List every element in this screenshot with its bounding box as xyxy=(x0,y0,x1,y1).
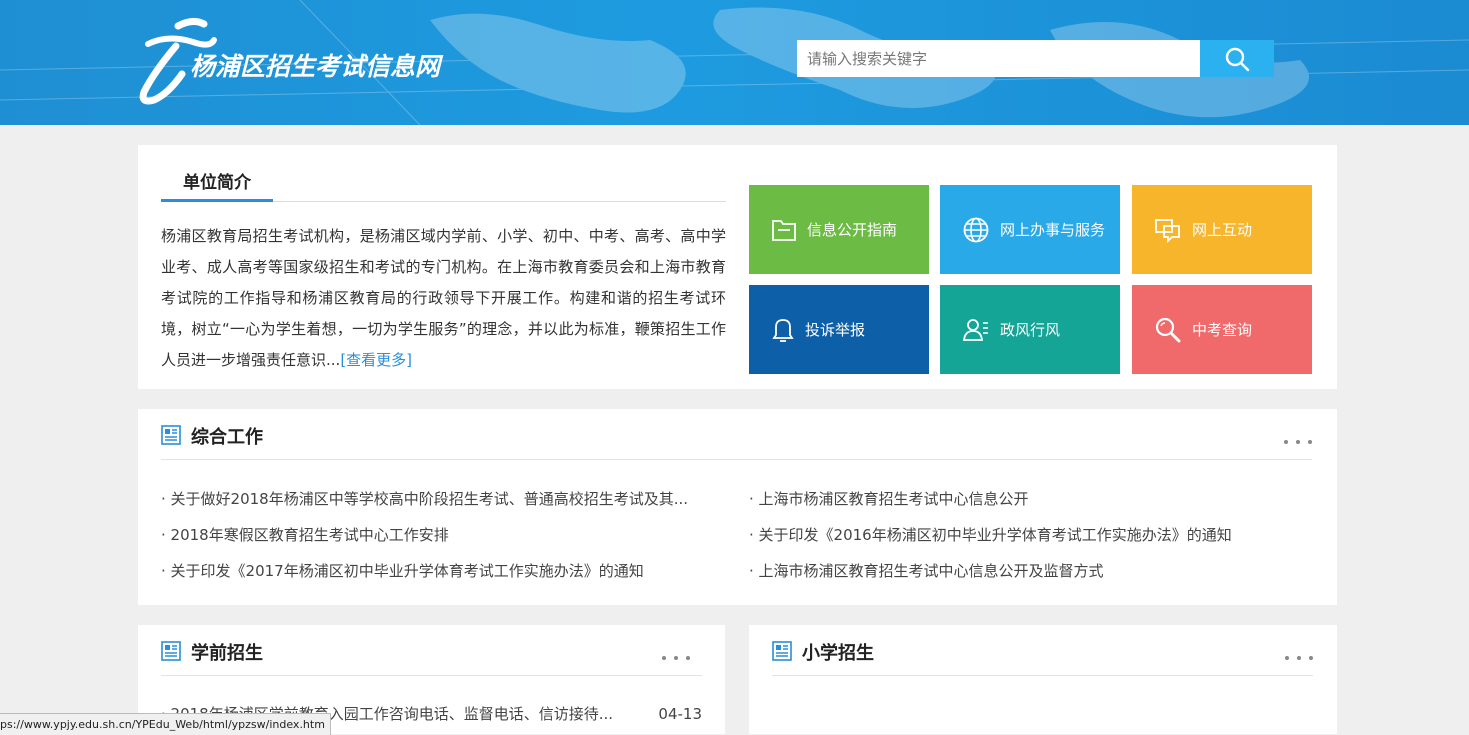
site-header: 杨浦区招生考试信息网 xyxy=(0,0,1469,125)
search-icon xyxy=(1155,317,1181,342)
intro-title-bar: 单位简介 xyxy=(161,171,726,202)
view-more-link[interactable]: [查看更多] xyxy=(340,351,412,369)
news-item[interactable]: · 关于印发《2017年杨浦区初中毕业升学体育考试工作实施办法》的通知 xyxy=(161,561,721,581)
preschool-title: 学前招生 xyxy=(191,643,263,664)
tile-label: 信息公开指南 xyxy=(807,221,898,239)
tile-label: 中考查询 xyxy=(1192,321,1253,339)
news-item[interactable]: · 关于印发《2016年杨浦区初中毕业升学体育考试工作实施办法》的通知 xyxy=(749,525,1309,545)
news-list-icon xyxy=(161,425,181,445)
tile-info-disclosure[interactable]: 信息公开指南 xyxy=(749,185,929,274)
general-work-title: 综合工作 xyxy=(191,427,263,448)
tile-complaint-report[interactable]: 投诉举报 xyxy=(749,285,929,374)
news-item[interactable]: · 上海市杨浦区教育招生考试中心信息公开及监督方式 xyxy=(749,561,1309,581)
news-date: 04-13 xyxy=(658,705,702,723)
tile-exam-query[interactable]: 中考查询 xyxy=(1132,285,1312,374)
search-button[interactable] xyxy=(1200,40,1274,77)
intro-body: 杨浦区教育局招生考试机构，是杨浦区域内学前、小学、初中、中考、高考、高中学业考、… xyxy=(161,227,726,369)
more-button[interactable] xyxy=(662,653,690,663)
user-list-icon xyxy=(962,318,988,341)
primary-title: 小学招生 xyxy=(802,643,874,664)
intro-title: 单位简介 xyxy=(161,171,273,202)
tile-online-services[interactable]: 网上办事与服务 xyxy=(940,185,1120,274)
news-item[interactable]: · 2018年寒假区教育招生考试中心工作安排 xyxy=(161,525,721,545)
chat-icon xyxy=(1155,218,1180,243)
tile-label: 网上办事与服务 xyxy=(1000,221,1106,239)
bell-icon xyxy=(772,318,794,342)
more-button[interactable] xyxy=(1285,653,1313,663)
general-work-header: 综合工作 xyxy=(161,409,1312,460)
globe-icon xyxy=(963,217,989,242)
primary-panel: 小学招生 xyxy=(749,625,1337,734)
tile-label: 投诉举报 xyxy=(805,321,866,339)
tile-conduct[interactable]: 政风行风 xyxy=(940,285,1120,374)
news-list-icon xyxy=(161,641,181,661)
general-work-panel: 综合工作 · 关于做好2018年杨浦区中等学校高中阶段招生考试、普通高校招生考试… xyxy=(138,409,1337,605)
browser-status-url: ps://www.ypjy.edu.sh.cn/YPEdu_Web/html/y… xyxy=(0,713,331,735)
folder-icon xyxy=(772,219,796,241)
more-button[interactable] xyxy=(1284,437,1312,447)
tile-label: 政风行风 xyxy=(1000,321,1061,339)
site-title: 杨浦区招生考试信息网 xyxy=(190,52,441,81)
preschool-header: 学前招生 xyxy=(161,625,702,676)
news-item[interactable]: · 关于做好2018年杨浦区中等学校高中阶段招生考试、普通高校招生考试及其... xyxy=(161,489,721,509)
tile-label: 网上互动 xyxy=(1192,221,1253,239)
search-icon xyxy=(1225,47,1250,71)
search-input[interactable] xyxy=(797,40,1200,77)
intro-text: 杨浦区教育局招生考试机构，是杨浦区域内学前、小学、初中、中考、高考、高中学业考、… xyxy=(161,221,726,376)
intro-panel: 单位简介 杨浦区教育局招生考试机构，是杨浦区域内学前、小学、初中、中考、高考、高… xyxy=(138,145,1337,389)
tile-online-interaction[interactable]: 网上互动 xyxy=(1132,185,1312,274)
news-list-icon xyxy=(772,641,792,661)
news-item[interactable]: · 上海市杨浦区教育招生考试中心信息公开 xyxy=(749,489,1309,509)
primary-header: 小学招生 xyxy=(772,625,1313,676)
